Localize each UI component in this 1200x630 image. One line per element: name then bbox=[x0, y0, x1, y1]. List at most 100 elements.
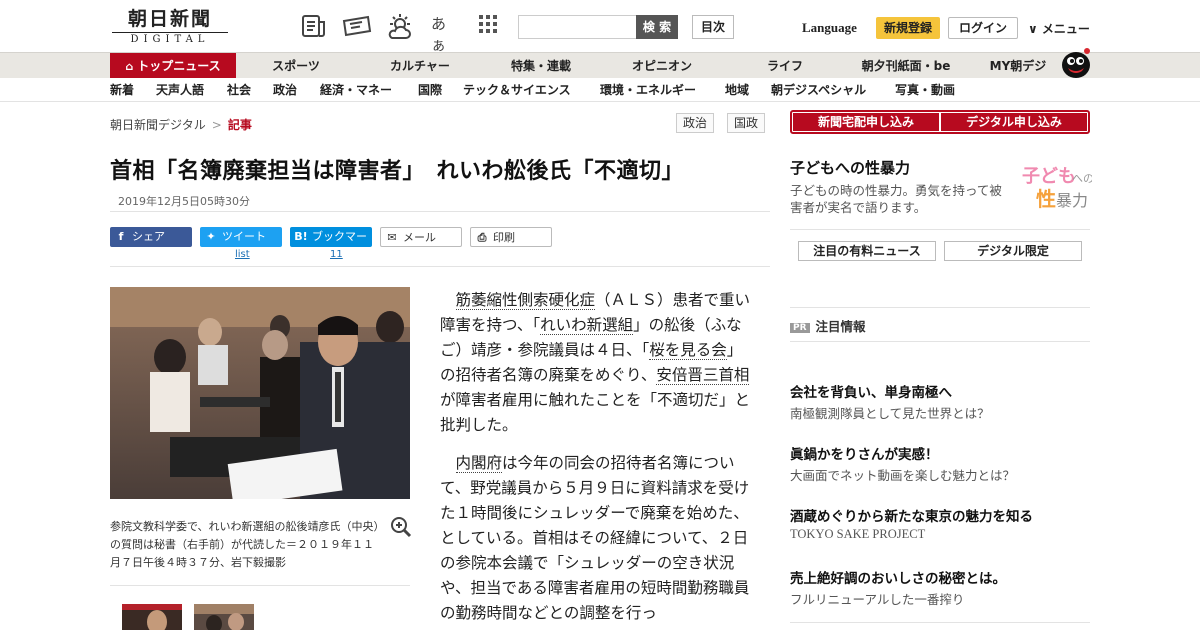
nav-society[interactable]: 社会 bbox=[227, 78, 251, 102]
facebook-icon: f bbox=[118, 230, 124, 243]
nav-new[interactable]: 新着 bbox=[110, 78, 134, 102]
tab-paid-news[interactable]: 注目の有料ニュース bbox=[798, 241, 936, 261]
nav-politics[interactable]: 政治 bbox=[273, 78, 297, 102]
article-text: は今年の同会の招待者名簿について、野党議員から５月９日に資料請求を受けた１時間後… bbox=[440, 454, 750, 622]
tag-politics[interactable]: 政治 bbox=[676, 113, 715, 133]
divider bbox=[110, 266, 770, 267]
search-button[interactable]: 検 索 bbox=[636, 15, 678, 39]
grid-menu-icon[interactable] bbox=[478, 14, 504, 38]
photo-thumbnail[interactable] bbox=[122, 604, 182, 630]
tab-digital-only[interactable]: デジタル限定 bbox=[944, 241, 1082, 261]
zoom-icon[interactable] bbox=[390, 516, 412, 538]
nav-economy[interactable]: 経済・マネー bbox=[320, 78, 392, 102]
keyword-link[interactable]: れいわ新選組 bbox=[540, 316, 634, 335]
article-paragraph: 筋萎縮性側索硬化症（ＡＬＳ）患者で重い障害を持つ、「れいわ新選組」の舩後（ふなご… bbox=[440, 288, 752, 438]
primary-nav: ⌂ トップニュース スポーツ カルチャー 特集・連載 オピニオン ライフ 朝夕刊紙… bbox=[0, 48, 1200, 79]
nav-my-asahi[interactable]: MY朝デジ bbox=[978, 53, 1058, 79]
keyword-link[interactable]: 安倍晋三首相 bbox=[656, 366, 750, 385]
hatena-icon: B! bbox=[294, 230, 308, 243]
breadcrumb-current: 記事 bbox=[227, 118, 252, 132]
divider bbox=[790, 341, 1090, 342]
pr-badge: PR bbox=[790, 323, 810, 333]
photo-thumbnail[interactable] bbox=[194, 604, 254, 630]
tag-national[interactable]: 国政 bbox=[727, 113, 766, 133]
toc-button[interactable]: 目次 bbox=[692, 15, 734, 39]
feature-description[interactable]: 子どもの時の性暴力。勇気を持って被害者が実名で語ります。 bbox=[790, 182, 1008, 216]
hatena-count[interactable]: 11 bbox=[330, 249, 343, 260]
site-header: 朝日新聞 DIGITAL あぁ 検 索 目次 Language 新規登録 ログイ… bbox=[0, 0, 1200, 54]
home-icon: ⌂ bbox=[125, 60, 134, 73]
divider bbox=[790, 229, 1090, 230]
breadcrumb-separator: > bbox=[211, 118, 222, 132]
article-title: 首相「名簿廃棄担当は障害者」 れいわ舩後氏「不適切」 bbox=[110, 159, 685, 184]
nav-international[interactable]: 国際 bbox=[418, 78, 442, 102]
pr-heading: PR 注目情報 bbox=[790, 316, 866, 335]
pr-item-subtitle[interactable]: 大画面でネット動画を楽しむ魅力とは？ bbox=[790, 465, 1015, 484]
nav-environment[interactable]: 環境・エネルギー bbox=[600, 78, 696, 102]
divider bbox=[790, 622, 1090, 623]
weather-icon[interactable] bbox=[386, 14, 412, 39]
language-link[interactable]: Language bbox=[802, 20, 857, 36]
logo-main-text: 朝日新聞 bbox=[127, 8, 212, 30]
mail-share-button[interactable]: ✉ メール bbox=[380, 227, 462, 247]
mail-icon: ✉ bbox=[387, 231, 397, 244]
nav-sports[interactable]: スポーツ bbox=[246, 53, 346, 79]
login-button[interactable]: ログイン bbox=[948, 17, 1018, 39]
pr-item-subtitle[interactable]: フルリニューアルした一番搾り bbox=[790, 589, 964, 608]
nav-features[interactable]: 特集・連載 bbox=[491, 53, 591, 79]
twitter-count[interactable]: list bbox=[235, 249, 250, 260]
article-date: 2019年12月5日05時30分 bbox=[118, 195, 250, 208]
keyword-link[interactable]: 筋萎縮性側索硬化症 bbox=[455, 291, 596, 310]
keyword-link[interactable]: 内閣府 bbox=[455, 454, 503, 473]
secondary-nav: 新着 天声人語 社会 政治 経済・マネー 国際 テック＆サイエンス 環境・エネル… bbox=[0, 78, 1200, 102]
register-button[interactable]: 新規登録 bbox=[876, 17, 940, 39]
print-button[interactable]: ⎙ 印刷 bbox=[470, 227, 552, 247]
photo-caption: 参院文教科学委で、れいわ新選組の舩後靖彦氏（中央）の質問は秘書（右手前）が代読し… bbox=[110, 520, 380, 569]
feature-image[interactable]: 子ども への 性 暴力 bbox=[1010, 160, 1094, 212]
nav-tech-science[interactable]: テック＆サイエンス bbox=[463, 78, 571, 102]
search-input[interactable] bbox=[518, 15, 638, 39]
divider bbox=[110, 211, 770, 212]
subscribe-paper-button[interactable]: 新聞宅配申し込み bbox=[793, 113, 939, 131]
hatena-bookmark-button[interactable]: B! ブックマーク bbox=[290, 227, 372, 263]
divider bbox=[110, 585, 410, 586]
facebook-share-button[interactable]: f シェア bbox=[110, 227, 192, 247]
article-paragraph: 内閣府は今年の同会の招待者名簿について、野党議員から５月９日に資料請求を受けた１… bbox=[440, 451, 752, 626]
nav-newspaper[interactable]: 朝夕刊紙面・be bbox=[846, 53, 966, 79]
subscribe-digital-button[interactable]: デジタル申し込み bbox=[941, 113, 1087, 131]
breadcrumb: 朝日新聞デジタル > 記事 bbox=[110, 116, 252, 133]
site-logo[interactable]: 朝日新聞 DIGITAL bbox=[112, 8, 228, 46]
nav-special[interactable]: 朝デジスペシャル bbox=[771, 78, 866, 102]
nav-photo-video[interactable]: 写真・動画 bbox=[895, 78, 955, 102]
keyword-link[interactable]: 桜を見る会 bbox=[649, 341, 727, 360]
article-text: が障害者雇用に触れたことを「不適切だ」と批判した。 bbox=[440, 391, 751, 434]
menu-button[interactable]: ∨ メニュー bbox=[1028, 20, 1090, 37]
font-size-icon[interactable]: あぁ bbox=[431, 13, 457, 54]
mascot-icon[interactable] bbox=[1058, 45, 1094, 79]
pr-item-subtitle[interactable]: TOKYO SAKE PROJECT bbox=[790, 527, 925, 542]
pr-item-title[interactable]: 眞鍋かをりさんが実感！ bbox=[790, 443, 939, 463]
feature-image-text: 子ども bbox=[1022, 166, 1076, 187]
nav-culture[interactable]: カルチャー bbox=[370, 53, 470, 79]
breadcrumb-home[interactable]: 朝日新聞デジタル bbox=[110, 118, 206, 132]
newspaper-icon[interactable] bbox=[301, 14, 327, 38]
nav-life[interactable]: ライフ bbox=[735, 53, 835, 79]
feature-image-text: への bbox=[1072, 172, 1092, 185]
article-photo[interactable] bbox=[110, 287, 410, 499]
pr-item-title[interactable]: 会社を背負い、単身南極へ bbox=[790, 381, 952, 401]
pr-item-title[interactable]: 売上絶好調のおいしさの秘密とは。 bbox=[790, 567, 1006, 587]
divider bbox=[790, 307, 1090, 308]
pr-item-subtitle[interactable]: 南極観測隊員として見た世界とは？ bbox=[790, 403, 990, 422]
article-body: 筋萎縮性側索硬化症（ＡＬＳ）患者で重い障害を持つ、「れいわ新選組」の舩後（ふなご… bbox=[440, 288, 752, 630]
logo-sub-text: DIGITAL bbox=[112, 32, 228, 45]
feature-image-text: 暴力 bbox=[1056, 191, 1088, 210]
twitter-share-button[interactable]: ✦ ツイート bbox=[200, 227, 282, 247]
ticket-icon[interactable] bbox=[342, 14, 372, 38]
feature-title[interactable]: 子どもへの性暴力 bbox=[790, 157, 910, 178]
nav-region[interactable]: 地域 bbox=[725, 78, 749, 102]
nav-tenseijingo[interactable]: 天声人語 bbox=[156, 78, 204, 102]
pr-item-title[interactable]: 酒蔵めぐりから新たな東京の魅力を知る bbox=[790, 505, 1033, 525]
nav-opinion[interactable]: オピニオン bbox=[612, 53, 712, 79]
nav-top-news[interactable]: ⌂ トップニュース bbox=[110, 53, 236, 79]
twitter-icon: ✦ bbox=[206, 230, 216, 243]
